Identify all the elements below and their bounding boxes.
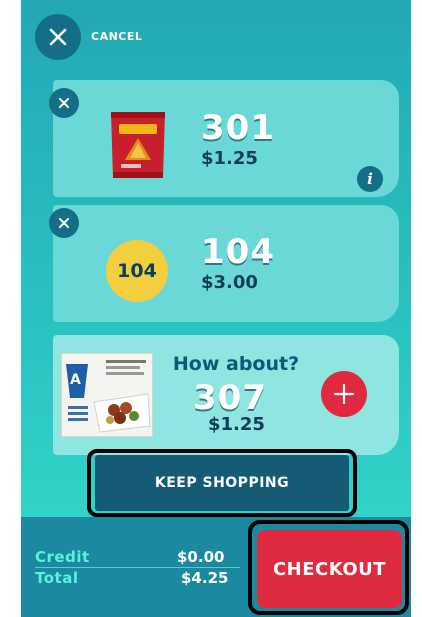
- close-icon: [49, 28, 67, 46]
- checkout-button[interactable]: CHECKOUT: [257, 530, 402, 608]
- total-label: Total: [35, 569, 79, 587]
- add-suggestion-button[interactable]: [321, 371, 367, 417]
- item-price: $1.25: [201, 148, 258, 169]
- item-price: $3.00: [201, 272, 258, 293]
- close-icon: [59, 98, 69, 108]
- item-code: 301: [201, 108, 275, 148]
- total-value: $4.25: [181, 569, 229, 587]
- credit-value: $0.00: [177, 548, 225, 566]
- suggestion-price: $1.25: [208, 414, 265, 435]
- chips-bag-image: [111, 112, 165, 178]
- suggested-product-image: A: [61, 353, 153, 437]
- remove-item-button[interactable]: [49, 208, 79, 238]
- cancel-button[interactable]: [35, 14, 81, 60]
- cart-screen: CANCEL 301 $1.25 i 104 104 $3.00 A How a…: [21, 0, 411, 617]
- svg-text:A: A: [70, 372, 81, 388]
- info-icon: i: [367, 170, 373, 188]
- credit-label: Credit: [35, 548, 90, 566]
- item-code: 104: [201, 232, 275, 272]
- suggestion-code: 307: [193, 378, 267, 418]
- cancel-label[interactable]: CANCEL: [91, 30, 142, 43]
- keep-shopping-button[interactable]: KEEP SHOPPING: [95, 455, 349, 511]
- info-button[interactable]: i: [357, 166, 383, 192]
- close-icon: [59, 218, 69, 228]
- item-badge: 104: [106, 240, 168, 302]
- totals-divider: [35, 567, 240, 568]
- remove-item-button[interactable]: [49, 88, 79, 118]
- suggestion-prompt: How about?: [172, 353, 300, 375]
- plus-icon: [333, 383, 355, 405]
